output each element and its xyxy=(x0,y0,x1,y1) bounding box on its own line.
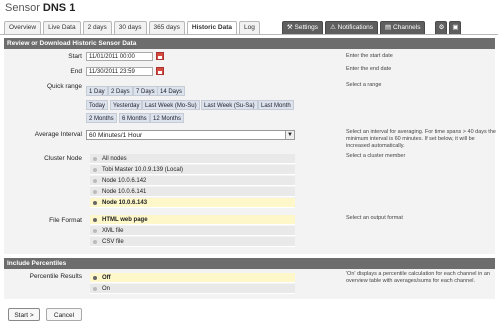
page-title: Sensor DNS 1 xyxy=(5,2,75,14)
file-format-label: File Format xyxy=(49,217,82,224)
tab-live-data[interactable]: Live Data xyxy=(43,21,81,34)
radio-icon xyxy=(93,218,97,222)
cluster-node-option-142[interactable]: Node 10.0.6.142 xyxy=(90,176,295,186)
cluster-node-option-all[interactable]: All nodes xyxy=(90,154,295,164)
radio-icon xyxy=(93,157,97,161)
percentile-option-off[interactable]: Off xyxy=(90,273,295,283)
quick-range-yesterday[interactable]: Yesterday xyxy=(110,100,143,110)
tab-log[interactable]: Log xyxy=(239,21,260,34)
average-interval-label: Average Interval xyxy=(34,131,82,138)
quick-range-1-day[interactable]: 1 Day xyxy=(86,86,108,96)
tab-historic-data[interactable]: Historic Data xyxy=(186,21,237,35)
cluster-node-option-143[interactable]: Node 10.0.6.143 xyxy=(90,198,295,208)
percentile-option-on[interactable]: On xyxy=(90,284,295,294)
quick-range-14-days[interactable]: 14 Days xyxy=(157,86,186,96)
radio-icon xyxy=(93,276,97,280)
average-interval-select[interactable]: 60 Minutes/1 Hour ▼ xyxy=(86,130,295,140)
quick-range-last-week-mo-su[interactable]: Last Week (Mo-Su) xyxy=(142,100,200,110)
quick-range-2-months[interactable]: 2 Months xyxy=(86,113,117,123)
option-label: Node 10.0.6.141 xyxy=(102,189,147,195)
section-header-historic: Review or Download Historic Sensor Data xyxy=(4,38,495,49)
quick-range-help: Select a range xyxy=(346,82,382,88)
option-label: CSV file xyxy=(102,239,124,245)
cluster-node-option-141[interactable]: Node 10.0.6.141 xyxy=(90,187,295,197)
average-interval-value: 60 Minutes/1 Hour xyxy=(89,132,143,139)
title-prefix: Sensor xyxy=(5,2,40,14)
quick-range-last-week-su-sa[interactable]: Last Week (Su-Sa) xyxy=(201,100,258,110)
option-label: HTML web page xyxy=(102,217,148,223)
warning-icon: ⚠ xyxy=(330,24,336,31)
start-help: Enter the start date xyxy=(346,53,393,59)
option-label: Off xyxy=(102,275,111,281)
start-date-input[interactable]: 11/01/2011 00:00 xyxy=(86,52,153,61)
cluster-node-label: Cluster Node xyxy=(44,155,82,162)
cluster-node-option-master[interactable]: Tobi Master 10.0.9.139 (Local) xyxy=(90,165,295,175)
percentile-label: Percentile Results xyxy=(29,273,82,280)
percentile-help: 'On' displays a percentile calculation f… xyxy=(346,271,490,284)
tab-channels[interactable]: ▤ Channels xyxy=(380,21,426,34)
channels-icon: ▤ xyxy=(385,24,392,31)
section-header-percentiles: Include Percentiles xyxy=(4,258,495,269)
notifications-label: Notifications xyxy=(337,24,374,31)
tab-settings[interactable]: ⚒ Settings xyxy=(281,21,323,34)
tab-bar: Overview Live Data 2 days 30 days 365 da… xyxy=(4,21,463,35)
file-format-option-xml[interactable]: XML file xyxy=(90,226,295,236)
end-help: Enter the end date xyxy=(346,66,392,72)
tab-device-tools[interactable]: ⚙ xyxy=(435,21,448,34)
radio-icon xyxy=(93,240,97,244)
tab-365-days[interactable]: 365 days xyxy=(148,21,185,34)
end-label: End xyxy=(70,68,82,75)
quick-range-today[interactable]: Today xyxy=(86,100,109,110)
radio-icon xyxy=(93,287,97,291)
tab-divider xyxy=(0,34,498,35)
option-label: All nodes xyxy=(102,156,127,162)
percentile-form: Percentile Results Off On 'On' displays … xyxy=(4,269,495,299)
page-icon: ▣ xyxy=(452,24,459,31)
cancel-button[interactable]: Cancel xyxy=(46,308,82,321)
tab-print[interactable]: ▣ xyxy=(449,21,462,34)
settings-label: Settings xyxy=(294,24,319,31)
option-label: Node 10.0.6.143 xyxy=(102,200,148,206)
radio-icon xyxy=(93,229,97,233)
dropdown-arrow-icon: ▼ xyxy=(285,131,294,139)
start-button[interactable]: Start > xyxy=(8,308,40,321)
tab-30-days[interactable]: 30 days xyxy=(113,21,147,34)
option-label: XML file xyxy=(102,228,124,234)
radio-icon xyxy=(93,190,97,194)
tab-overview[interactable]: Overview xyxy=(4,21,42,34)
average-interval-help: Select an interval for averaging. For ti… xyxy=(346,129,496,149)
quick-range-label: Quick range xyxy=(46,83,82,90)
quick-range-2-days[interactable]: 2 Days xyxy=(108,86,133,96)
wrench-icon: ⚒ xyxy=(286,24,293,31)
radio-icon xyxy=(93,201,97,205)
file-format-help: Select an output format xyxy=(346,215,403,221)
option-label: Node 10.0.6.142 xyxy=(102,178,147,184)
historic-form: Start 11/01/2011 00:00 Enter the start d… xyxy=(4,49,496,254)
radio-icon xyxy=(93,179,97,183)
quick-range-6-months[interactable]: 6 Months xyxy=(119,113,150,123)
end-calendar-icon[interactable] xyxy=(156,67,164,75)
tab-2-days[interactable]: 2 days xyxy=(82,21,112,34)
quick-range-7-days[interactable]: 7 Days xyxy=(133,86,158,96)
sensor-name: DNS 1 xyxy=(42,2,76,14)
file-format-option-csv[interactable]: CSV file xyxy=(90,237,295,247)
radio-icon xyxy=(93,168,97,172)
start-label: Start xyxy=(68,53,82,60)
quick-range-last-month[interactable]: Last Month xyxy=(258,100,294,110)
tools-icon: ⚙ xyxy=(438,24,445,31)
option-label: On xyxy=(102,286,111,292)
quick-range-12-months[interactable]: 12 Months xyxy=(150,113,185,123)
channels-label: Channels xyxy=(393,24,421,31)
end-date-input[interactable]: 11/30/2011 23:59 xyxy=(86,67,153,76)
tab-notifications[interactable]: ⚠ Notifications xyxy=(325,21,379,34)
cluster-node-help: Select a cluster member xyxy=(346,153,406,159)
file-format-option-html[interactable]: HTML web page xyxy=(90,215,295,225)
start-calendar-icon[interactable] xyxy=(156,52,164,60)
option-label: Tobi Master 10.0.9.139 (Local) xyxy=(102,167,184,173)
